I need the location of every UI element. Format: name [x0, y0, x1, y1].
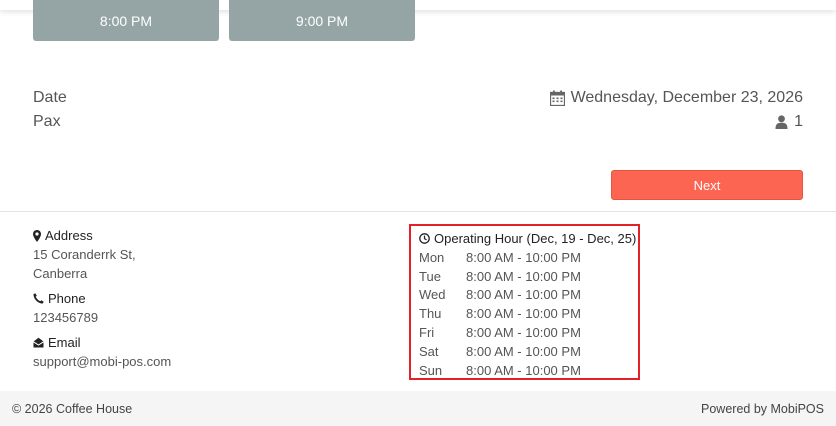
- operating-hours-title: Operating Hour (Dec, 19 - Dec, 25): [419, 229, 638, 248]
- envelope-open-icon: [33, 337, 44, 348]
- phone-title: Phone: [33, 289, 98, 308]
- email-label: Email: [48, 335, 81, 350]
- pax-value-text: 1: [794, 113, 803, 130]
- address-label: Address: [45, 228, 93, 243]
- phone-label: Phone: [48, 291, 86, 306]
- hours-value: 8:00 AM - 10:00 PM: [466, 249, 581, 265]
- date-label: Date: [33, 89, 67, 106]
- time-slot-label: 9:00 PM: [295, 12, 349, 29]
- email-section: Email support@mobi-pos.com: [33, 333, 171, 371]
- list-item: Sun 8:00 AM - 10:00 PM: [419, 361, 638, 380]
- day-label: Wed: [419, 287, 446, 303]
- operating-hours-panel: Operating Hour (Dec, 19 - Dec, 25) Mon 8:…: [409, 224, 640, 380]
- time-slot-button[interactable]: 8:00 PM: [33, 0, 219, 41]
- date-value-text: Wednesday, December 23, 2026: [570, 89, 803, 106]
- phone-icon: [33, 293, 44, 304]
- time-slot-label: 8:00 PM: [99, 12, 153, 29]
- day-label: Sat: [419, 343, 439, 359]
- hours-value: 8:00 AM - 10:00 PM: [466, 287, 581, 303]
- hours-value: 8:00 AM - 10:00 PM: [466, 268, 581, 284]
- day-label: Fri: [419, 325, 435, 341]
- page-footer: © 2026 Coffee House Powered by MobiPOS: [0, 391, 836, 426]
- list-item: Mon 8:00 AM - 10:00 PM: [419, 248, 638, 267]
- booking-card: 8:00 PM 9:00 PM Date Wednesday, December…: [0, 0, 836, 212]
- address-line-1: 15 Coranderrk St,: [33, 247, 136, 262]
- operating-hours-title-text: Operating Hour (Dec, 19 - Dec, 25): [434, 231, 637, 246]
- list-item: Wed 8:00 AM - 10:00 PM: [419, 286, 638, 305]
- address-line-2: Canberra: [33, 266, 88, 281]
- time-slot-button[interactable]: 9:00 PM: [229, 0, 415, 41]
- date-value: Wednesday, December 23, 2026: [549, 89, 803, 107]
- email-value[interactable]: support@mobi-pos.com: [33, 352, 171, 371]
- pax-label: Pax: [33, 113, 61, 130]
- user-icon: [775, 115, 788, 129]
- hours-value: 8:00 AM - 10:00 PM: [466, 343, 581, 359]
- address-section: Address 15 Coranderrk St, Canberra: [33, 226, 136, 283]
- calendar-icon: [549, 90, 565, 106]
- address-title: Address: [33, 226, 136, 245]
- email-title: Email: [33, 333, 171, 352]
- list-item: Thu 8:00 AM - 10:00 PM: [419, 304, 638, 323]
- pax-value: 1: [775, 113, 803, 131]
- phone-value: 123456789: [33, 310, 99, 325]
- list-item: Fri 8:00 AM - 10:00 PM: [419, 323, 638, 342]
- day-label: Sun: [419, 362, 443, 378]
- next-button[interactable]: Next: [611, 170, 803, 200]
- clock-icon: [419, 233, 430, 244]
- day-label: Thu: [419, 306, 442, 322]
- copyright-text: © 2026 Coffee House: [12, 401, 133, 416]
- list-item: Tue 8:00 AM - 10:00 PM: [419, 267, 638, 286]
- hours-value: 8:00 AM - 10:00 PM: [466, 362, 581, 378]
- powered-by-link[interactable]: Powered by MobiPOS: [701, 402, 824, 416]
- day-label: Mon: [419, 249, 445, 265]
- day-label: Tue: [419, 268, 441, 284]
- hours-value: 8:00 AM - 10:00 PM: [466, 325, 581, 341]
- list-item: Sat 8:00 AM - 10:00 PM: [419, 342, 638, 361]
- hours-value: 8:00 AM - 10:00 PM: [466, 306, 581, 322]
- phone-section: Phone 123456789: [33, 289, 98, 327]
- map-marker-icon: [33, 229, 41, 242]
